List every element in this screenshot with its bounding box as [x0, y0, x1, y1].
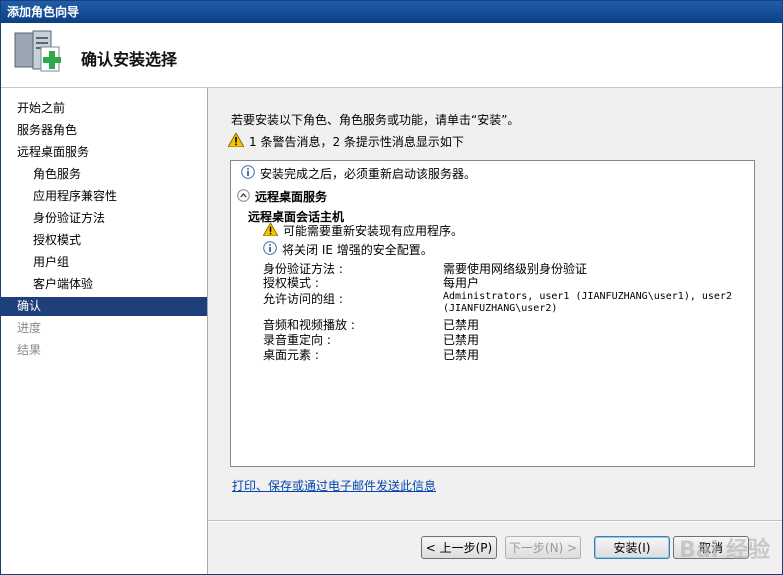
intro-text: 若要安装以下角色、角色服务或功能，请单击“安装”。 — [231, 113, 520, 127]
sidebar-item-results: 结果 — [17, 343, 42, 357]
sidebar-item-before-you-begin[interactable]: 开始之前 — [1, 99, 207, 118]
sidebar-item-app-compatibility[interactable]: 应用程序兼容性 — [1, 187, 207, 206]
sidebar-item-progress: 进度 — [17, 321, 42, 335]
warning-icon — [262, 221, 283, 239]
restart-info-text: 安装完成之后，必须重新启动该服务器。 — [260, 167, 477, 181]
wizard-steps-sidebar: 开始之前 服务器角色 远程桌面服务 角色服务 应用程序兼容性 身份验证方法 授权… — [1, 88, 208, 574]
section-title: 远程桌面服务 — [255, 190, 328, 204]
sidebar-item-role-services[interactable]: 角色服务 — [1, 165, 207, 184]
warning-icon — [227, 131, 249, 150]
ie-info-row: 将关闭 IE 增强的安全配置。 — [263, 241, 433, 258]
section-remote-desktop-services[interactable]: 远程桌面服务 — [237, 188, 327, 205]
wizard-window: 添加角色向导 确认安装选择 开始之前 服务器角色 远程桌面服务 角色服务 应用程… — [0, 0, 783, 575]
next-button: 下一步(N) > — [505, 536, 581, 559]
property-value: Administrators, user1 (JIANFUZHANG\user1… — [443, 291, 732, 314]
print-save-email-link[interactable]: 打印、保存或通过电子邮件发送此信息 — [232, 477, 436, 494]
sidebar-item-licensing-mode[interactable]: 授权模式 — [1, 231, 207, 250]
info-icon — [241, 165, 260, 182]
content-pane: 若要安装以下角色、角色服务或功能，请单击“安装”。 1 条警告消息，2 条提示性… — [208, 88, 782, 574]
button-divider — [208, 520, 782, 522]
property-key: 桌面元素 : — [263, 348, 319, 362]
sidebar-item-server-roles[interactable]: 服务器角色 — [1, 121, 207, 140]
sidebar-item-confirmation[interactable]: 确认 — [1, 297, 207, 316]
restart-info-row: 安装完成之后，必须重新启动该服务器。 — [241, 165, 476, 182]
property-key: 允许访问的组 : — [263, 292, 343, 306]
install-button[interactable]: 安装(I) — [594, 536, 670, 559]
property-value: 每用户 — [443, 276, 480, 290]
confirmation-report[interactable]: 安装完成之后，必须重新启动该服务器。 远程桌面服务 远程桌面会话主机 可能需要重… — [230, 160, 755, 467]
sidebar-item-remote-desktop-services[interactable]: 远程桌面服务 — [1, 143, 207, 162]
watermark-logo: Bai 经验 — [679, 538, 770, 563]
warning-summary-text: 1 条警告消息，2 条提示性消息显示如下 — [249, 135, 464, 149]
sidebar-item-user-groups[interactable]: 用户组 — [1, 253, 207, 272]
title-bar: 添加角色向导 — [1, 1, 782, 23]
ie-info-text: 将关闭 IE 增强的安全配置。 — [282, 243, 433, 257]
property-value: 已禁用 — [443, 348, 480, 362]
page-title: 确认安装选择 — [81, 50, 178, 69]
warning-summary: 1 条警告消息，2 条提示性消息显示如下 — [227, 131, 464, 150]
info-icon — [263, 241, 282, 258]
property-key: 授权模式 : — [263, 276, 319, 290]
server-add-icon — [13, 29, 63, 81]
sidebar-item-client-experience[interactable]: 客户端体验 — [1, 275, 207, 294]
reinstall-warning-text: 可能需要重新安装现有应用程序。 — [283, 224, 464, 238]
wizard-header: 确认安装选择 — [1, 23, 782, 88]
sidebar-item-authentication-method[interactable]: 身份验证方法 — [1, 209, 207, 228]
reinstall-warning-row: 可能需要重新安装现有应用程序。 — [262, 221, 464, 239]
collapse-chevron-icon[interactable] — [237, 188, 255, 205]
back-button[interactable]: < 上一步(P) — [421, 536, 497, 559]
